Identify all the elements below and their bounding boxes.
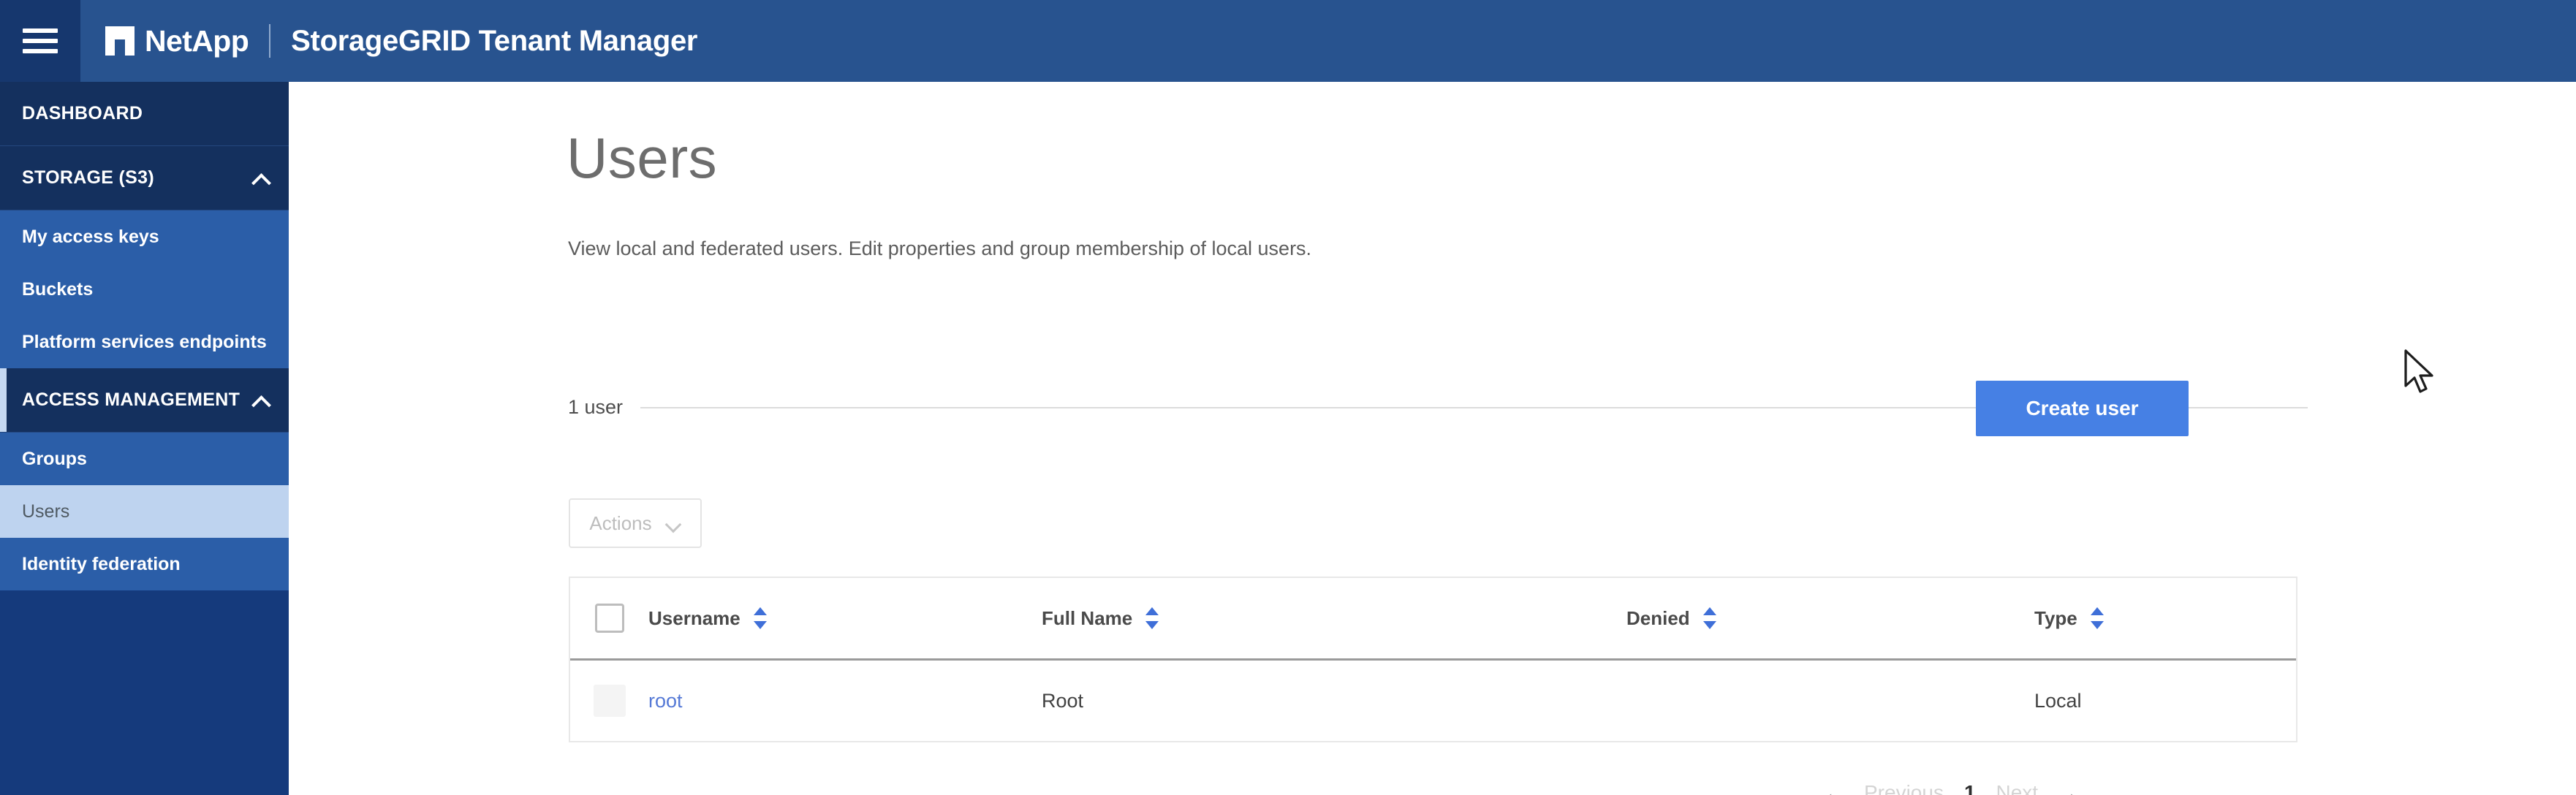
netapp-wordmark: NetApp xyxy=(145,23,249,58)
column-label: Username xyxy=(648,606,740,629)
sidebar-item-label: My access keys xyxy=(22,226,159,247)
sidebar-item-my-access-keys[interactable]: My access keys xyxy=(0,210,289,263)
select-all-checkbox[interactable] xyxy=(594,604,624,633)
sidebar-section-label: STORAGE (S3) xyxy=(22,167,154,188)
row-checkbox xyxy=(593,685,626,717)
page-number-1[interactable]: 1 xyxy=(1960,781,1980,795)
app-root: NetApp StorageGRID Tenant Manager DASHBO… xyxy=(0,0,2576,795)
sidebar-item-label: Groups xyxy=(22,448,87,469)
sidebar-item-groups[interactable]: Groups xyxy=(0,433,289,485)
previous-page-button[interactable]: Previous xyxy=(1864,781,1944,795)
actions-dropdown-label: Actions xyxy=(589,511,652,534)
column-label: Denied xyxy=(1626,606,1690,629)
page-title: Users xyxy=(567,126,718,190)
brand-divider xyxy=(269,24,271,58)
fullname-value: Root xyxy=(1042,689,1084,712)
table-header-cell-denied: Denied xyxy=(1626,606,2034,631)
type-value: Local xyxy=(2034,689,2082,712)
sort-username-button[interactable]: Username xyxy=(648,606,1042,631)
netapp-logo[interactable]: NetApp xyxy=(105,26,249,56)
actions-dropdown-button[interactable]: Actions xyxy=(569,498,702,548)
sort-arrows-icon[interactable] xyxy=(1702,606,1716,631)
menu-toggle-zone[interactable] xyxy=(0,0,80,82)
brand-zone: NetApp StorageGRID Tenant Manager xyxy=(80,0,697,82)
chevron-up-icon[interactable] xyxy=(252,173,270,183)
sidebar-item-label: Buckets xyxy=(22,278,94,300)
sort-arrows-icon[interactable] xyxy=(1145,606,1159,631)
create-user-button[interactable]: Create user xyxy=(1976,381,2189,436)
sidebar-nav: DASHBOARD STORAGE (S3) My access keys Bu… xyxy=(0,82,289,795)
users-table: Username Full Name Denied Type root Root… xyxy=(569,577,2297,742)
chevron-up-icon[interactable] xyxy=(252,395,270,406)
table-header-cell-username: Username xyxy=(648,606,1042,631)
sort-denied-button[interactable]: Denied xyxy=(1626,606,2034,631)
sidebar-section-dashboard[interactable]: DASHBOARD xyxy=(0,82,289,146)
chevron-down-icon xyxy=(665,519,681,528)
table-cell-fullname: Root xyxy=(1042,690,1626,712)
sidebar-item-label: Users xyxy=(22,501,70,522)
user-count-label: 1 user xyxy=(568,396,624,418)
column-label: Full Name xyxy=(1042,606,1133,629)
top-header-bar: NetApp StorageGRID Tenant Manager xyxy=(0,0,2576,82)
username-link[interactable]: root xyxy=(648,690,683,712)
sidebar-item-label: Platform services endpoints xyxy=(22,331,267,352)
page-subtitle: View local and federated users. Edit pro… xyxy=(568,237,1312,259)
table-header-row: Username Full Name Denied Type xyxy=(570,578,2296,661)
row-select-cell xyxy=(570,685,648,717)
arrow-left-icon[interactable]: ← xyxy=(1822,780,1848,795)
sort-arrows-icon[interactable] xyxy=(753,606,767,631)
table-header-cell-type: Type xyxy=(2034,606,2296,631)
sidebar-section-access-management[interactable]: ACCESS MANAGEMENT xyxy=(0,368,289,433)
sidebar-section-label: DASHBOARD xyxy=(22,103,143,123)
app-title: StorageGRID Tenant Manager xyxy=(291,25,698,57)
sort-type-button[interactable]: Type xyxy=(2034,606,2296,631)
sidebar-item-label: Identity federation xyxy=(22,553,181,574)
arrow-right-icon[interactable]: → xyxy=(2054,780,2080,795)
netapp-logo-mark-icon xyxy=(105,26,135,56)
pagination: ← Previous 1 Next → xyxy=(1822,780,2080,795)
next-page-button[interactable]: Next xyxy=(1996,781,2039,795)
sort-arrows-icon[interactable] xyxy=(2090,606,2104,631)
table-cell-type: Local xyxy=(2034,690,2296,712)
sidebar-item-users[interactable]: Users xyxy=(0,485,289,538)
table-header-cell-fullname: Full Name xyxy=(1042,606,1626,631)
sort-fullname-button[interactable]: Full Name xyxy=(1042,606,1626,631)
sidebar-item-platform-services-endpoints[interactable]: Platform services endpoints xyxy=(0,316,289,368)
main-content: Users View local and federated users. Ed… xyxy=(289,82,2576,795)
table-cell-username: root xyxy=(648,690,1042,712)
column-label: Type xyxy=(2034,606,2077,629)
sidebar-section-label: ACCESS MANAGEMENT xyxy=(22,389,240,410)
hamburger-icon[interactable] xyxy=(23,28,58,53)
table-row[interactable]: root Root Local xyxy=(570,661,2296,742)
sidebar-item-identity-federation[interactable]: Identity federation xyxy=(0,538,289,590)
sidebar-item-buckets[interactable]: Buckets xyxy=(0,263,289,316)
select-all-cell xyxy=(570,604,648,633)
sidebar-section-storage-s3[interactable]: STORAGE (S3) xyxy=(0,146,289,210)
